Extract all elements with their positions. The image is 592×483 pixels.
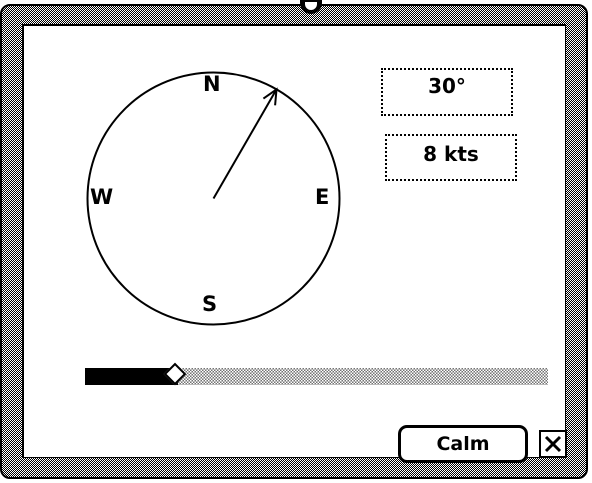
slider-fill [85,368,178,385]
calm-button[interactable]: Calm [398,425,528,463]
compass-dial[interactable] [85,70,342,327]
wind-speed-slider[interactable] [85,362,548,386]
compass-label-west: W [90,185,114,209]
direction-readout[interactable]: 30° [381,68,513,116]
speed-readout[interactable]: 8 kts [385,134,517,181]
compass-label-north: N [203,72,221,96]
compass-label-east: E [315,185,330,209]
close-icon [544,435,562,453]
compass-label-south: S [202,292,218,316]
compass-graphic [86,71,341,326]
close-button[interactable] [539,430,567,458]
